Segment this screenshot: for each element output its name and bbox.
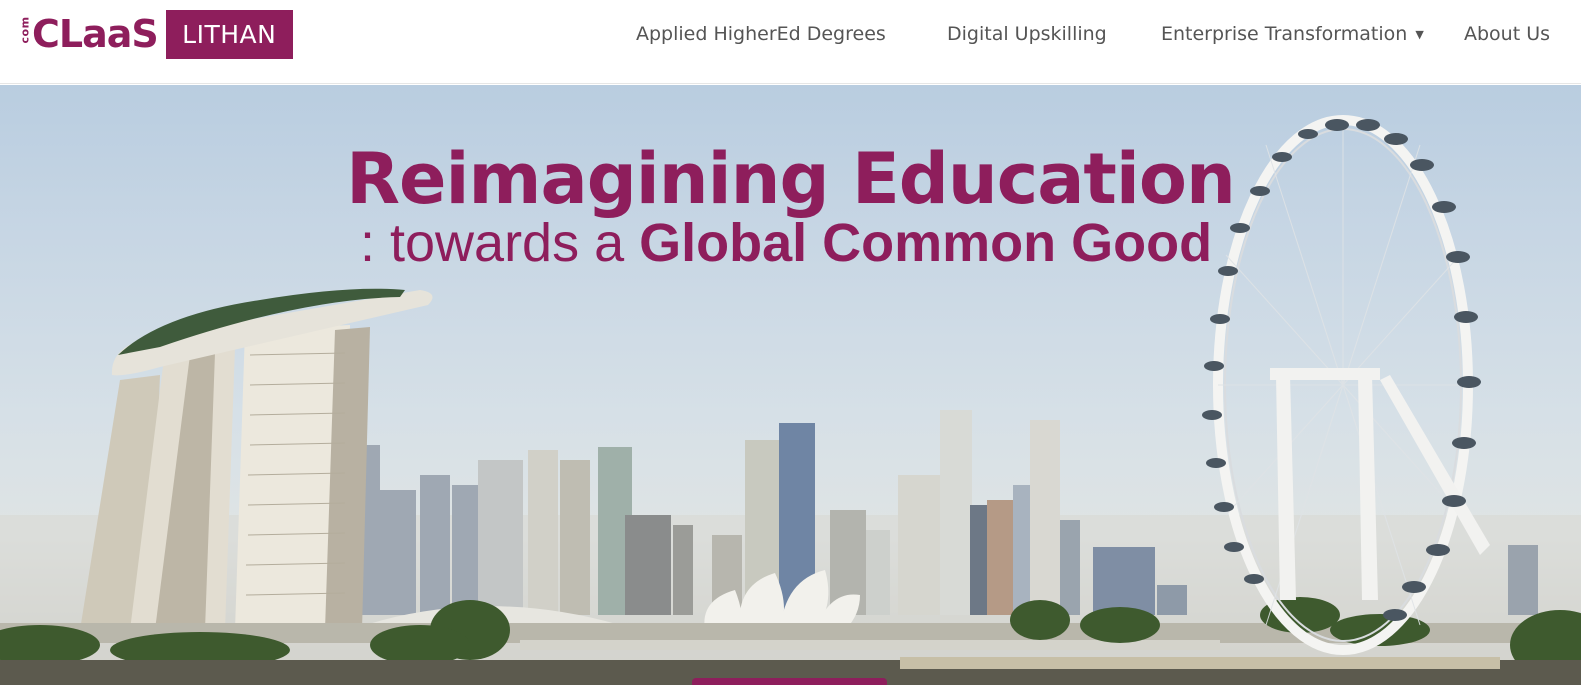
caret-down-icon: ▼ <box>1415 27 1424 41</box>
nav-item-label: Applied HigherEd Degrees <box>636 23 886 45</box>
hero-banner: Reimagining Education : towards a Global… <box>0 85 1581 685</box>
nav-digital-upskilling[interactable]: Digital Upskilling <box>947 20 1107 48</box>
hero-subline-prefix: : towards a <box>360 213 640 273</box>
nav-item-label: Enterprise Transformation <box>1161 23 1408 45</box>
site-header: com CLaaS LITHAN Applied HigherEd Degree… <box>0 0 1581 84</box>
hero-headline: Reimagining Education <box>346 138 1236 220</box>
nav-about-us[interactable]: About Us <box>1464 20 1550 48</box>
hero-subline: : towards a Global Common Good <box>360 211 1260 275</box>
nav-applied-highered-degrees[interactable]: Applied HigherEd Degrees <box>636 20 886 48</box>
main-nav: Applied HigherEd Degrees Digital Upskill… <box>0 20 1581 48</box>
nav-item-label: Digital Upskilling <box>947 23 1107 45</box>
nav-item-label: About Us <box>1464 23 1551 45</box>
nav-enterprise-transformation[interactable]: Enterprise Transformation ▼ <box>1161 20 1424 48</box>
hero-cta-button[interactable] <box>692 678 887 685</box>
hero-subline-bold: Global Common Good <box>639 213 1213 273</box>
